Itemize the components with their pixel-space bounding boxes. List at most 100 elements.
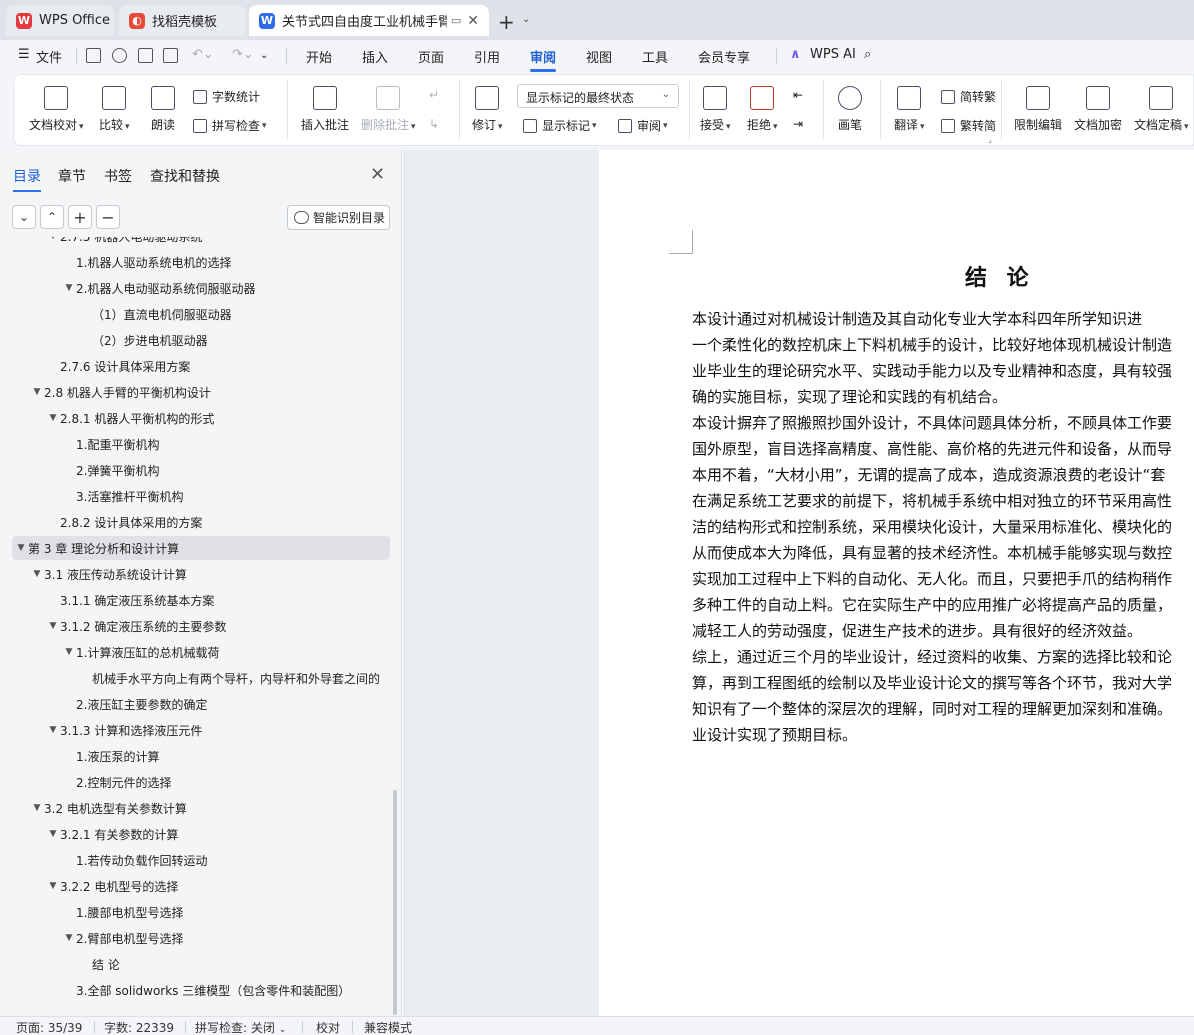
new-tab-plus-icon[interactable]: + bbox=[498, 10, 515, 34]
toc-item[interactable]: 3.1.1 确定液压系统基本方案 bbox=[12, 588, 390, 612]
pen-button[interactable]: 画笔 bbox=[838, 86, 862, 133]
review-pane-button[interactable]: 审阅 ▾ bbox=[618, 117, 668, 134]
toc-item[interactable]: ▼ 3.2.1 有关参数的计算 bbox=[12, 822, 390, 846]
accept-button[interactable]: 接受 ▾ bbox=[700, 86, 731, 133]
smart-toc-button[interactable]: 智能识别目录 bbox=[287, 205, 390, 230]
expand-triangle-icon[interactable]: ▼ bbox=[14, 543, 28, 553]
expand-triangle-icon[interactable]: ▼ bbox=[62, 647, 76, 657]
menu-insert[interactable]: 插入 bbox=[362, 47, 388, 66]
encrypt-button[interactable]: 文档加密 bbox=[1074, 86, 1122, 133]
finalize-button[interactable]: 文档定稿 ▾ bbox=[1134, 86, 1189, 133]
expand-triangle-icon[interactable]: ▼ bbox=[46, 237, 60, 241]
print-icon[interactable] bbox=[138, 48, 153, 63]
toc-item[interactable]: ▼2.7.5 机器人电动驱动系统 bbox=[12, 237, 390, 248]
redo-icon[interactable]: ↷⌄ bbox=[232, 47, 254, 62]
toc-item[interactable]: ▼ 2.臂部电机型号选择 bbox=[12, 926, 390, 950]
show-markup-button[interactable]: 显示标记 ▾ bbox=[523, 117, 597, 134]
close-tab-icon[interactable]: ✕ bbox=[467, 13, 479, 29]
restrict-edit-button[interactable]: 限制编辑 bbox=[1014, 86, 1062, 133]
expand-triangle-icon[interactable]: ▼ bbox=[30, 803, 44, 813]
insert-comment-button[interactable]: 插入批注 bbox=[301, 86, 349, 133]
expand-down-icon[interactable]: ⌄ bbox=[12, 205, 36, 229]
spell-check-status[interactable]: 拼写检查: 关闭 ⌄ bbox=[195, 1019, 286, 1035]
toc-scrollbar[interactable] bbox=[393, 790, 397, 1015]
menu-review[interactable]: 审阅 bbox=[530, 47, 557, 72]
page-indicator[interactable]: 页面: 35/39 bbox=[16, 1019, 82, 1035]
tab-wps-office[interactable]: W WPS Office bbox=[6, 5, 114, 36]
more-chevron-icon[interactable]: ⌄ bbox=[260, 50, 268, 61]
nav-tab-bookmarks[interactable]: 书签 bbox=[104, 166, 132, 186]
to-traditional-button[interactable]: 简转繁 bbox=[941, 88, 996, 105]
toc-item[interactable]: ▼ 3.2 电机选型有关参数计算 bbox=[12, 796, 390, 820]
prev-change-icon[interactable]: ⇤ bbox=[793, 88, 803, 102]
toc-item[interactable]: ▼ 3.1.3 计算和选择液压元件 bbox=[12, 718, 390, 742]
delete-comment-button[interactable]: 删除批注 ▾ bbox=[361, 86, 416, 133]
menu-tools[interactable]: 工具 bbox=[642, 47, 668, 66]
toc-item[interactable]: ▼ 1.计算液压缸的总机械载荷 bbox=[12, 640, 390, 664]
expand-triangle-icon[interactable]: ▼ bbox=[30, 387, 44, 397]
toc-item[interactable]: ▼ 第 3 章 理论分析和设计计算 bbox=[12, 536, 390, 560]
print-preview-icon[interactable] bbox=[163, 48, 178, 63]
share-icon[interactable] bbox=[112, 48, 127, 63]
word-count-indicator[interactable]: 字数: 22339 bbox=[104, 1019, 174, 1035]
doc-check-button[interactable]: 文档校对 ▾ bbox=[29, 86, 84, 133]
remove-heading-icon[interactable]: − bbox=[96, 205, 120, 229]
to-simplified-button[interactable]: 繁转简 bbox=[941, 117, 996, 134]
toc-item[interactable]: 机械手水平方向上有两个导杆，内导杆和外导套之间的 bbox=[12, 666, 390, 690]
toc-item[interactable]: 1.机器人驱动系统电机的选择 bbox=[12, 250, 390, 274]
read-aloud-button[interactable]: 朗读 bbox=[151, 86, 175, 133]
toc-item[interactable]: ▼ 3.1 液压传动系统设计计算 bbox=[12, 562, 390, 586]
add-heading-icon[interactable]: + bbox=[68, 205, 92, 229]
toc-item[interactable]: ▼ 2.机器人电动驱动系统伺服驱动器 bbox=[12, 276, 390, 300]
expand-triangle-icon[interactable]: ▼ bbox=[46, 881, 60, 891]
track-changes-button[interactable]: 修订 ▾ bbox=[472, 86, 503, 133]
toc-item[interactable]: 3.全部 solidworks 三维模型（包含零件和装配图） bbox=[12, 978, 390, 1002]
toc-item[interactable]: 1.若传动负载作回转运动 bbox=[12, 848, 390, 872]
toc-item[interactable]: 2.7.6 设计具体采用方案 bbox=[12, 354, 390, 378]
toc-item[interactable]: ▼ 3.1.2 确定液压系统的主要参数 bbox=[12, 614, 390, 638]
expand-triangle-icon[interactable]: ▼ bbox=[46, 829, 60, 839]
toc-item[interactable]: 1.液压泵的计算 bbox=[12, 744, 390, 768]
prev-comment-icon[interactable]: ↵ bbox=[429, 88, 439, 102]
toc-item[interactable]: 3.活塞推杆平衡机构 bbox=[12, 484, 390, 508]
expand-triangle-icon[interactable]: ▼ bbox=[46, 621, 60, 631]
toc-item[interactable]: 2.弹簧平衡机构 bbox=[12, 458, 390, 482]
document-page[interactable]: 结 论 本设计通过对机械设计制造及其自动化专业大学本科四年所学知识进 一个柔性化的… bbox=[599, 150, 1194, 1016]
toc-item[interactable]: 结 论 bbox=[12, 952, 390, 976]
expand-triangle-icon[interactable]: ▼ bbox=[46, 725, 60, 735]
toc-item[interactable]: （2）步进电机驱动器 bbox=[12, 328, 390, 352]
nav-tab-sections[interactable]: 章节 bbox=[58, 166, 86, 186]
toc-item[interactable]: 2.8.2 设计具体采用的方案 bbox=[12, 510, 390, 534]
toc-item[interactable]: （1）直流电机伺服驱动器 bbox=[12, 302, 390, 326]
markup-state-select[interactable]: 显示标记的最终状态 ⌄ bbox=[517, 84, 679, 108]
next-comment-icon[interactable]: ↳ bbox=[429, 117, 439, 131]
tab-template[interactable]: ◐ 找稻壳模板 bbox=[119, 5, 245, 36]
close-icon[interactable]: ✕ bbox=[370, 164, 385, 185]
expand-triangle-icon[interactable]: ▼ bbox=[46, 413, 60, 423]
translate-button[interactable]: 翻译 ▾ bbox=[894, 86, 925, 133]
tab-list-chevron-icon[interactable]: ⌄ bbox=[522, 14, 530, 25]
collapse-up-icon[interactable]: ⌃ bbox=[40, 205, 64, 229]
toc-item[interactable]: ▼ 2.8 机器人手臂的平衡机构设计 bbox=[12, 380, 390, 404]
hamburger-icon[interactable]: ☰ bbox=[18, 47, 30, 62]
menu-file[interactable]: 文件 bbox=[36, 47, 62, 66]
search-icon[interactable]: ⌕ bbox=[864, 47, 871, 62]
menu-view[interactable]: 视图 bbox=[586, 47, 612, 66]
toc-item[interactable]: 2.液压缸主要参数的确定 bbox=[12, 692, 390, 716]
word-count-button[interactable]: 字数统计 bbox=[193, 88, 260, 105]
nav-tab-toc[interactable]: 目录 bbox=[13, 166, 41, 192]
menu-references[interactable]: 引用 bbox=[474, 47, 500, 66]
reject-button[interactable]: 拒绝 ▾ bbox=[747, 86, 778, 133]
toc-item[interactable]: 1.配重平衡机构 bbox=[12, 432, 390, 456]
toc-item[interactable]: 2.控制元件的选择 bbox=[12, 770, 390, 794]
toc-item[interactable]: ▼ 2.8.1 机器人平衡机构的形式 bbox=[12, 406, 390, 430]
menu-wps-ai[interactable]: WPS AI bbox=[810, 47, 856, 62]
tab-document[interactable]: W 关节式四自由度工业机械手臂的 ▭ ✕ bbox=[249, 5, 489, 36]
toc-item[interactable]: ▼ 3.2.2 电机型号的选择 bbox=[12, 874, 390, 898]
next-change-icon[interactable]: ⇥ bbox=[793, 117, 803, 131]
expand-triangle-icon[interactable]: ▼ bbox=[62, 283, 76, 293]
menu-member[interactable]: 会员专享 bbox=[698, 47, 750, 66]
menu-page[interactable]: 页面 bbox=[418, 47, 444, 66]
expand-triangle-icon[interactable]: ▼ bbox=[62, 933, 76, 943]
compare-button[interactable]: 比较 ▾ bbox=[99, 86, 130, 133]
